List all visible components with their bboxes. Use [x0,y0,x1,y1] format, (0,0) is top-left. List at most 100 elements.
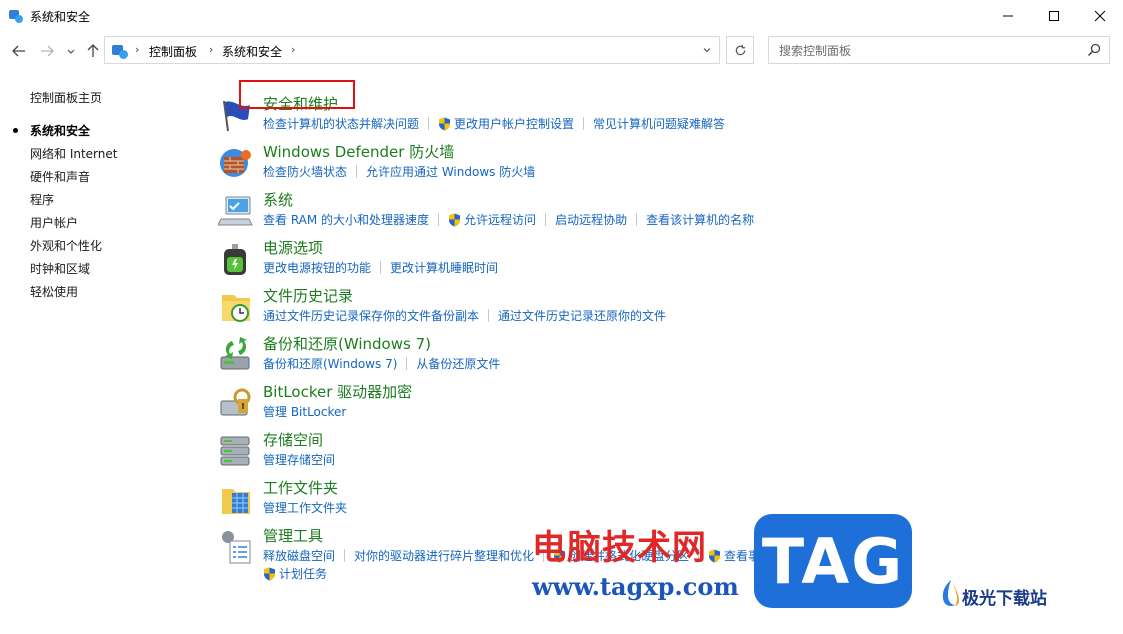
storage-icon [220,436,250,466]
close-icon [1094,10,1106,22]
breadcrumb-control-panel[interactable]: 控制面板 [149,43,197,60]
link-allow-app[interactable]: 允许应用通过 Windows 防火墙 [366,163,535,180]
link-power-button[interactable]: 更改电源按钮的功能 [263,259,371,276]
sidebar-item-appearance[interactable]: 外观和个性化 [30,237,102,254]
link-divider [406,357,408,370]
category-file-history: 文件历史记录 通过文件历史记录保存你的文件备份副本 通过文件历史记录还原你的文件 [218,285,1098,331]
link-remote-access[interactable]: 允许远程访问 [464,211,536,228]
category-system: 系统 查看 RAM 的大小和处理器速度 允许远程访问 启动远程协助 查看该计算机… [218,189,1098,235]
category-links: 通过文件历史记录保存你的文件备份副本 通过文件历史记录还原你的文件 [263,307,666,324]
forward-button[interactable] [38,42,56,60]
close-button[interactable] [1077,0,1123,32]
link-restore-files[interactable]: 通过文件历史记录还原你的文件 [498,307,666,324]
sidebar-item-user-accounts[interactable]: 用户帐户 [30,214,78,231]
file-history-icon [222,295,250,322]
back-button[interactable] [10,42,28,60]
uac-shield-icon [439,117,451,130]
breadcrumb-separator: › [291,43,296,56]
control-panel-icon [9,10,23,23]
link-schedule-tasks[interactable]: 计划任务 [279,565,327,582]
category-links: 管理工作文件夹 [263,499,347,516]
category-links: 管理 BitLocker [263,403,346,420]
category-bitlocker: BitLocker 驱动器加密 管理 BitLocker [218,381,1098,427]
link-troubleshoot[interactable]: 常见计算机问题疑难解答 [593,115,725,132]
minimize-button[interactable] [985,0,1031,32]
search-icon[interactable] [1087,43,1101,57]
window-title: 系统和安全 [30,10,91,24]
work-folders-icon [222,489,250,514]
chevron-down-icon [67,49,75,54]
maximize-button[interactable] [1031,0,1077,32]
category-title[interactable]: 系统 [263,189,293,210]
category-title[interactable]: 文件历史记录 [263,285,353,306]
link-firewall-status[interactable]: 检查防火墙状态 [263,163,347,180]
current-page-bullet [13,128,18,133]
link-uac-settings[interactable]: 更改用户帐户控制设置 [454,115,574,132]
category-backup-restore: 备份和还原(Windows 7) 备份和还原(Windows 7) 从备份还原文… [218,333,1098,379]
link-divider [380,261,382,274]
address-bar[interactable]: › 控制面板 › 系统和安全 › [104,36,720,64]
link-divider [545,213,547,226]
category-links: 管理存储空间 [263,451,335,468]
link-manage-work-folders[interactable]: 管理工作文件夹 [263,499,347,516]
category-firewall: Windows Defender 防火墙 检查防火墙状态 允许应用通过 Wind… [218,141,1098,187]
sidebar-item-programs[interactable]: 程序 [30,191,54,208]
highlight-box [239,80,355,109]
uac-shield-icon [264,567,275,580]
sidebar-item-network[interactable]: 网络和 Internet [30,145,117,162]
refresh-icon [735,44,745,55]
link-backup-copy[interactable]: 通过文件历史记录保存你的文件备份副本 [263,307,479,324]
category-title[interactable]: BitLocker 驱动器加密 [263,381,412,402]
watermark-url: www.tagxp.com [532,572,739,601]
watermark-tag-text: TAG [761,524,905,598]
category-title[interactable]: 管理工具 [263,525,323,546]
sidebar-item-home[interactable]: 控制面板主页 [30,89,102,106]
category-storage-spaces: 存储空间 管理存储空间 [218,429,1098,475]
address-dropdown-button[interactable] [696,36,718,64]
category-title[interactable]: 电源选项 [263,237,323,258]
link-sleep-time[interactable]: 更改计算机睡眠时间 [390,259,498,276]
category-title[interactable]: 存储空间 [263,429,323,450]
sidebar-item-ease-of-access[interactable]: 轻松使用 [30,283,78,300]
aurora-logo-icon [942,580,959,606]
link-check-status[interactable]: 检查计算机的状态并解决问题 [263,115,419,132]
breadcrumb-separator: › [135,43,140,56]
search-box[interactable] [768,36,1110,64]
category-title[interactable]: 工作文件夹 [263,477,338,498]
sidebar-item-clock-region[interactable]: 时钟和区域 [30,260,90,277]
admin-tools-icon [222,531,251,564]
computer-icon [218,196,253,226]
breadcrumb-system-security[interactable]: 系统和安全 [222,43,282,60]
category-power-options: 电源选项 更改电源按钮的功能 更改计算机睡眠时间 [218,237,1098,283]
recent-locations-button[interactable] [62,42,80,60]
link-manage-storage[interactable]: 管理存储空间 [263,451,335,468]
link-divider [583,117,585,130]
sidebar-item-hardware[interactable]: 硬件和声音 [30,168,90,185]
refresh-button[interactable] [726,36,754,64]
category-title[interactable]: Windows Defender 防火墙 [263,141,454,162]
link-defragment[interactable]: 对你的驱动器进行碎片整理和优化 [354,547,534,564]
link-computer-name[interactable]: 查看该计算机的名称 [646,211,754,228]
uac-shield-icon [449,213,461,226]
link-divider [344,549,346,562]
category-title[interactable]: 备份和还原(Windows 7) [263,333,431,354]
link-divider [428,117,430,130]
arrow-right-icon [41,45,54,57]
category-links: 检查计算机的状态并解决问题 更改用户帐户控制设置 常见计算机问题疑难解答 [263,115,725,132]
watermark-tag-logo: TAG [754,514,912,608]
category-links: 备份和还原(Windows 7) 从备份还原文件 [263,355,500,372]
link-disk-cleanup[interactable]: 释放磁盘空间 [263,547,335,564]
link-remote-assistance[interactable]: 启动远程协助 [555,211,627,228]
link-backup-restore-win7[interactable]: 备份和还原(Windows 7) [263,355,397,372]
link-divider [356,165,358,178]
up-button[interactable] [84,42,102,60]
link-restore-from-backup[interactable]: 从备份还原文件 [416,355,500,372]
search-input[interactable] [777,41,1081,61]
category-links-second-row: 计划任务 [263,565,327,582]
link-ram-cpu[interactable]: 查看 RAM 的大小和处理器速度 [263,211,429,228]
category-work-folders: 工作文件夹 管理工作文件夹 [218,477,1098,523]
arrow-up-icon [87,44,99,57]
backup-icon [220,337,250,370]
watermark-text: 电脑技术网 [532,528,707,568]
link-manage-bitlocker[interactable]: 管理 BitLocker [263,403,346,420]
